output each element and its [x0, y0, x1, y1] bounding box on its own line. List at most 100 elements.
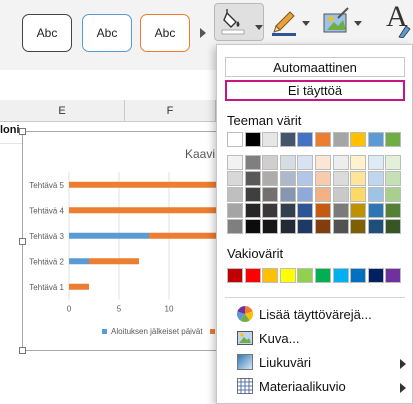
standard-color-swatch[interactable] [279, 268, 296, 283]
standard-color-swatch[interactable] [315, 268, 331, 283]
resize-handle-top-left[interactable] [19, 128, 26, 135]
theme-color-swatch[interactable] [227, 132, 243, 147]
theme-color-swatch[interactable] [279, 171, 296, 186]
standard-color-swatch[interactable] [297, 268, 314, 283]
theme-color-swatch[interactable] [279, 203, 296, 218]
shape-style-button-3[interactable]: Abc [140, 14, 190, 52]
theme-color-swatch[interactable] [244, 203, 261, 218]
fill-dropdown-chevron-icon[interactable] [255, 18, 263, 36]
standard-color-swatch[interactable] [367, 268, 384, 283]
theme-color-swatch[interactable] [367, 155, 384, 170]
theme-color-swatch[interactable] [244, 219, 261, 234]
theme-color-swatch[interactable] [262, 219, 279, 234]
theme-color-swatch[interactable] [367, 132, 384, 147]
theme-color-swatch[interactable] [315, 132, 331, 147]
bar-series-1[interactable] [69, 232, 149, 239]
theme-color-swatch[interactable] [385, 203, 402, 218]
theme-color-swatch[interactable] [262, 187, 279, 202]
theme-color-swatch[interactable] [367, 203, 384, 218]
shape-fill-button[interactable] [214, 3, 264, 41]
theme-color-swatch[interactable] [332, 132, 349, 147]
automatic-fill-item[interactable]: Automaattinen [225, 57, 405, 77]
standard-color-swatch[interactable] [385, 268, 402, 283]
theme-color-swatch[interactable] [315, 203, 331, 218]
theme-color-swatch[interactable] [315, 155, 331, 170]
theme-color-swatch[interactable] [350, 219, 367, 234]
theme-color-swatch[interactable] [227, 203, 243, 218]
theme-color-swatch[interactable] [350, 187, 367, 202]
theme-color-swatch[interactable] [244, 155, 261, 170]
theme-color-swatch[interactable] [385, 171, 402, 186]
theme-color-swatch[interactable] [227, 171, 243, 186]
standard-color-swatch[interactable] [350, 268, 367, 283]
paint-bucket-icon [221, 9, 245, 40]
standard-color-swatch[interactable] [262, 268, 279, 283]
styles-gallery-expand-icon[interactable] [198, 26, 208, 44]
no-fill-item[interactable]: Ei täyttöä [225, 80, 405, 101]
theme-color-swatch[interactable] [262, 203, 279, 218]
standard-color-swatch[interactable] [227, 268, 243, 283]
theme-color-swatch[interactable] [279, 187, 296, 202]
theme-color-swatch[interactable] [385, 187, 402, 202]
effects-dropdown-chevron-icon[interactable] [354, 14, 362, 32]
standard-color-swatch[interactable] [244, 268, 261, 283]
theme-color-swatch[interactable] [297, 132, 314, 147]
theme-color-swatch[interactable] [279, 132, 296, 147]
theme-color-swatch[interactable] [350, 132, 367, 147]
theme-color-swatch[interactable] [385, 219, 402, 234]
theme-color-swatch[interactable] [244, 187, 261, 202]
theme-color-swatch[interactable] [297, 203, 314, 218]
shape-outline-button[interactable] [270, 5, 316, 41]
theme-color-swatch[interactable] [244, 171, 261, 186]
outline-dropdown-chevron-icon[interactable] [302, 14, 310, 32]
theme-color-swatch[interactable] [315, 219, 331, 234]
picture-fill-item[interactable]: Kuva... [237, 327, 299, 349]
theme-color-swatch[interactable] [244, 132, 261, 147]
submenu-arrow-icon [399, 381, 407, 396]
theme-color-swatch[interactable] [227, 187, 243, 202]
theme-color-swatch[interactable] [385, 155, 402, 170]
theme-color-swatch[interactable] [227, 219, 243, 234]
theme-color-swatch[interactable] [315, 171, 331, 186]
theme-color-swatch[interactable] [297, 171, 314, 186]
standard-color-swatch[interactable] [332, 268, 349, 283]
resize-handle-mid-left[interactable] [19, 238, 26, 245]
more-fill-colors-item[interactable]: Lisää täyttövärejä... [236, 303, 372, 325]
theme-color-swatch[interactable] [262, 171, 279, 186]
gradient-fill-item[interactable]: Liukuväri [237, 351, 407, 373]
theme-color-swatch[interactable] [332, 155, 349, 170]
resize-handle-bottom-left[interactable] [19, 347, 26, 354]
column-header-f[interactable]: F [125, 100, 216, 122]
theme-color-swatch[interactable] [332, 203, 349, 218]
shape-effects-button[interactable] [322, 5, 368, 41]
shape-style-button-1[interactable]: Abc [22, 14, 72, 52]
theme-color-swatch[interactable] [297, 155, 314, 170]
chart-container[interactable]: Kaavi Tehtävä 1 Tehtävä 2 Tehtävä 3 Tehtävä… [22, 131, 242, 351]
theme-color-swatch[interactable] [367, 219, 384, 234]
theme-color-swatch[interactable] [332, 187, 349, 202]
theme-color-swatch[interactable] [350, 155, 367, 170]
theme-color-swatch[interactable] [332, 219, 349, 234]
category-label: Tehtävä 2 [29, 257, 64, 266]
theme-color-swatch[interactable] [227, 155, 243, 170]
theme-color-swatch[interactable] [367, 171, 384, 186]
theme-color-swatch[interactable] [350, 171, 367, 186]
theme-color-swatch[interactable] [385, 132, 402, 147]
text-fill-icon[interactable]: A [383, 0, 413, 40]
theme-color-swatch[interactable] [279, 155, 296, 170]
column-header-e[interactable]: E [0, 100, 125, 122]
theme-color-swatch[interactable] [350, 203, 367, 218]
theme-color-swatch[interactable] [315, 187, 331, 202]
bar-series-2[interactable] [69, 283, 89, 290]
theme-color-swatch[interactable] [297, 219, 314, 234]
theme-color-swatch[interactable] [262, 155, 279, 170]
theme-color-swatch[interactable] [367, 187, 384, 202]
theme-color-swatch[interactable] [332, 171, 349, 186]
bar-series-1[interactable] [69, 258, 89, 265]
shape-style-button-2[interactable]: Abc [82, 14, 132, 52]
bar-series-2[interactable] [89, 258, 139, 265]
texture-fill-item[interactable]: Materiaalikuvio [237, 375, 407, 397]
theme-color-swatch[interactable] [262, 132, 279, 147]
theme-color-swatch[interactable] [297, 187, 314, 202]
theme-color-swatch[interactable] [279, 219, 296, 234]
